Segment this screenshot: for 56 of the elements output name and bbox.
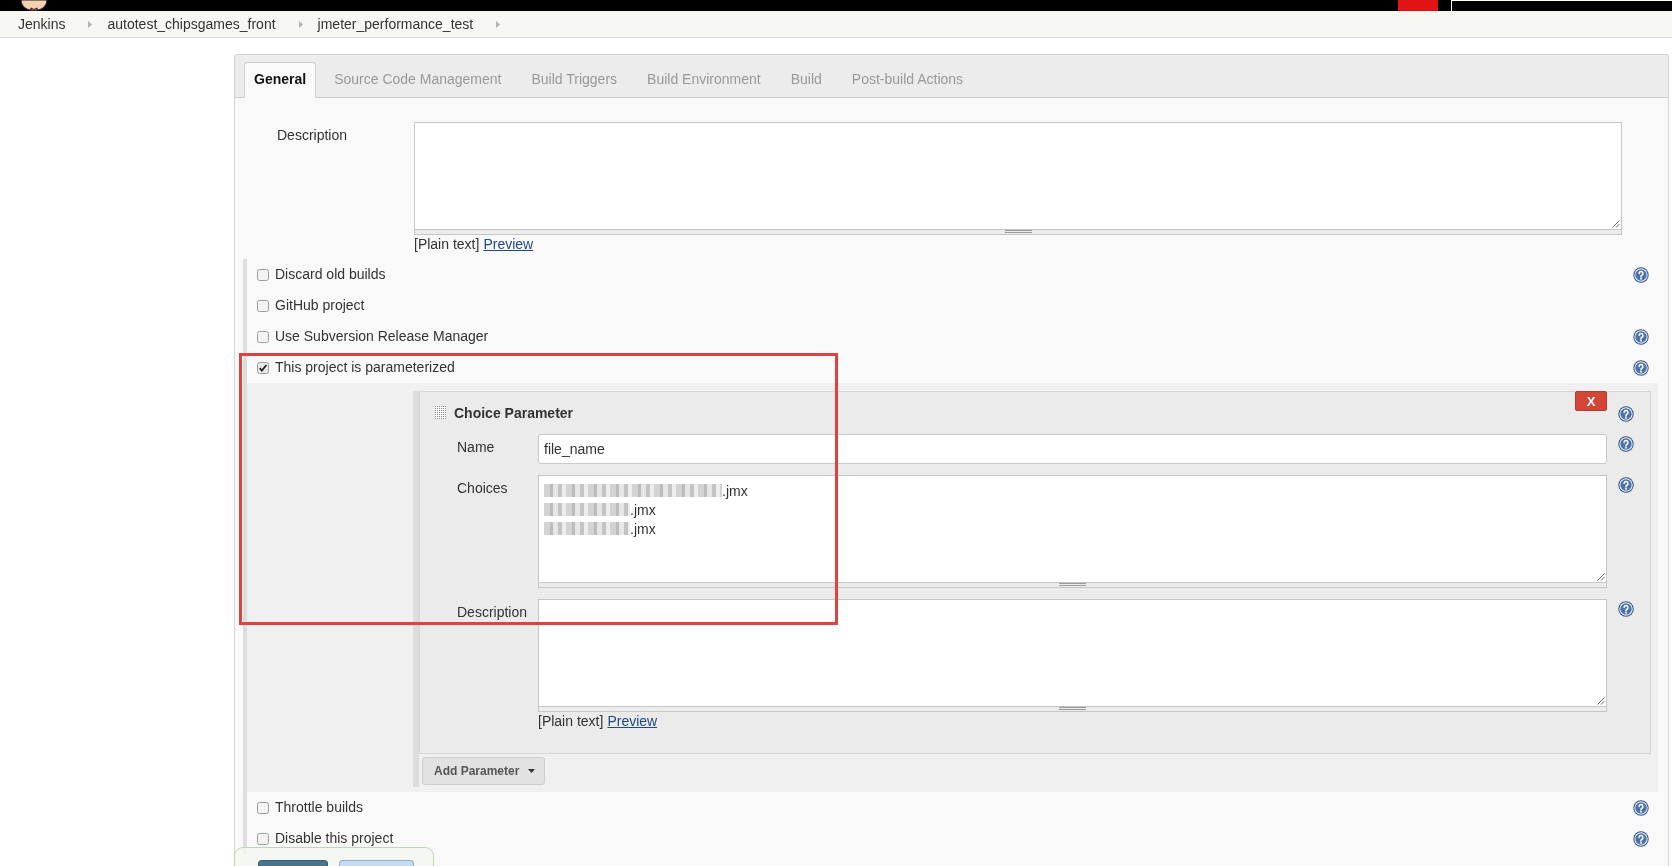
help-icon[interactable] <box>1618 436 1634 452</box>
checkbox-label: Discard old builds <box>275 266 386 283</box>
breadcrumb-arrow-icon[interactable] <box>298 20 303 28</box>
checkbox-label: GitHub project <box>275 297 365 314</box>
checkbox[interactable] <box>257 801 269 814</box>
checkbox[interactable] <box>257 832 269 845</box>
help-icon[interactable] <box>1633 328 1649 345</box>
resize-handle[interactable] <box>538 707 1607 712</box>
checkbox-label: Disable this project <box>275 830 394 847</box>
help-icon[interactable] <box>1633 830 1649 847</box>
caret-icon <box>528 769 536 773</box>
checkbox[interactable] <box>257 361 269 374</box>
checkbox[interactable] <box>257 268 269 281</box>
resize-grip-icon[interactable] <box>1596 572 1605 581</box>
field-label: Description <box>276 126 349 145</box>
delete-button[interactable]: X <box>1575 391 1607 411</box>
description-field[interactable] <box>538 599 1607 707</box>
checkbox-label: Throttle builds <box>275 799 363 816</box>
logo-icon[interactable] <box>19 0 49 11</box>
tab[interactable]: General <box>244 62 317 98</box>
breadcrumb-link[interactable]: jmeter_performance_test <box>317 16 474 32</box>
field-label: Description <box>456 603 529 622</box>
resize-handle[interactable] <box>538 583 1607 588</box>
breadcrumb-arrow-icon[interactable] <box>496 20 501 28</box>
checkbox[interactable] <box>257 330 269 343</box>
help-icon[interactable] <box>1618 601 1634 617</box>
drag-handle-icon[interactable] <box>435 406 446 419</box>
parameter-title: Choice Parameter <box>454 405 574 422</box>
checkbox[interactable] <box>257 299 269 312</box>
checkbox-label: Use Subversion Release Manager <box>275 328 489 345</box>
choice-text: .jmx <box>630 501 656 518</box>
secondary-button[interactable] <box>339 860 414 866</box>
input-field[interactable]: file_name <box>538 434 1607 464</box>
description-field[interactable] <box>414 122 1622 230</box>
field-label: Name <box>456 438 496 457</box>
resize-grip-icon[interactable] <box>1611 219 1620 228</box>
help-icon[interactable] <box>1618 477 1634 493</box>
help-icon[interactable] <box>1618 406 1634 422</box>
breadcrumb-arrow-icon[interactable] <box>88 20 93 28</box>
help-icon[interactable] <box>1633 266 1649 283</box>
add-parameter-button[interactable]: Add Parameter <box>422 757 546 785</box>
help-icon[interactable] <box>1633 799 1649 816</box>
breadcrumb-link[interactable]: Jenkins <box>18 16 66 32</box>
choices-field[interactable]: .jmx .jmx .jmx <box>538 475 1607 583</box>
help-icon[interactable] <box>1633 359 1649 376</box>
breadcrumb-link[interactable]: autotest_chipsgames_front <box>107 16 276 32</box>
format-note: [Plain text] <box>538 713 604 730</box>
preview-link[interactable]: Preview <box>607 713 658 730</box>
resize-grip-icon[interactable] <box>1596 696 1605 705</box>
preview-link[interactable]: Preview <box>483 236 534 253</box>
choice-text: .jmx <box>630 520 656 537</box>
field-label: Choices <box>456 479 509 498</box>
choice-text: .jmx <box>722 482 748 499</box>
resize-handle[interactable] <box>414 230 1622 235</box>
format-note: [Plain text] <box>414 236 480 253</box>
checkbox-label: This project is parameterized <box>275 359 455 376</box>
